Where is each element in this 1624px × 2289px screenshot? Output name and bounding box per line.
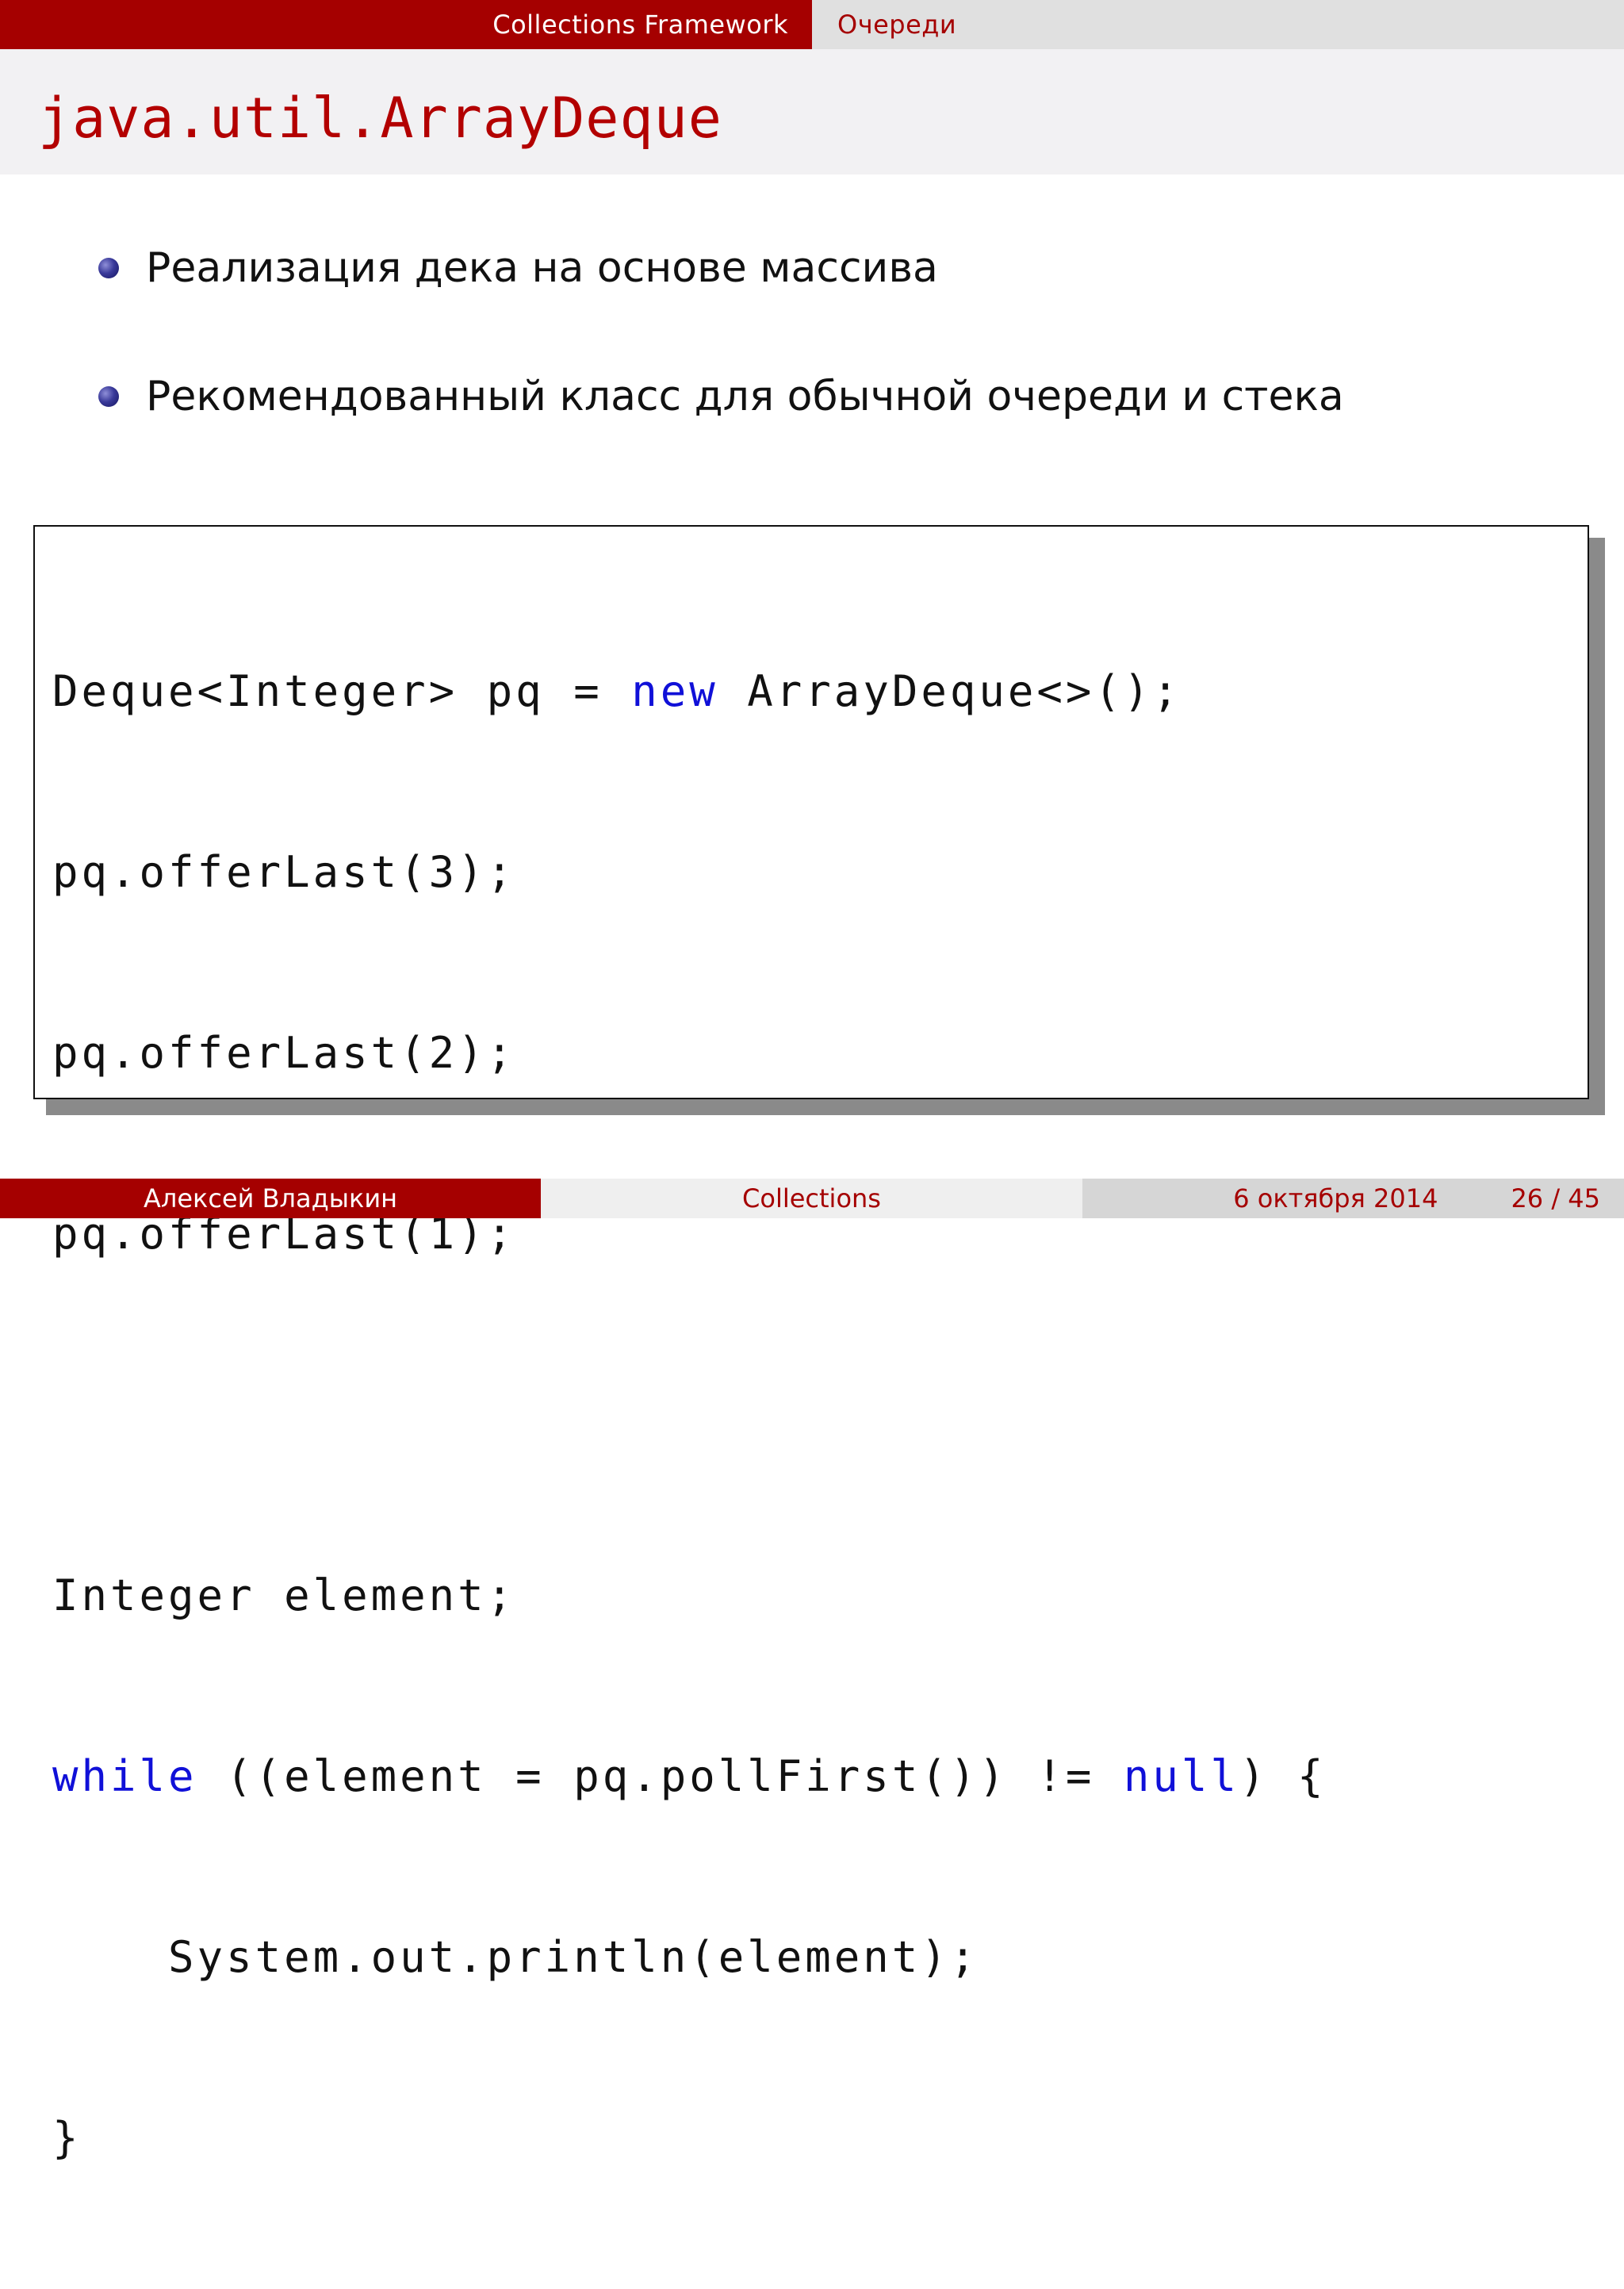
footer-topic-cell: Collections	[541, 1179, 1082, 1218]
code-keyword: null	[1123, 1751, 1239, 1801]
nav-section-current[interactable]: Collections Framework	[0, 0, 812, 49]
code-text: ((element = pq.pollFirst()) !=	[197, 1751, 1124, 1801]
bullet-text: Реализация дека на основе массива	[146, 244, 938, 292]
code-text: Integer element;	[52, 1570, 516, 1620]
code-line: Deque<Integer> pq = new ArrayDeque<>();	[52, 661, 1327, 722]
page-number: 26 / 45	[1511, 1183, 1600, 1214]
top-navigation-bar: Collections Framework Очереди	[0, 0, 1624, 49]
nav-subsection-label: Очереди	[837, 10, 957, 40]
code-text: pq.offerLast(2);	[52, 1028, 516, 1078]
code-line: while ((element = pq.pollFirst()) != nul…	[52, 1746, 1327, 1807]
bullet-icon	[98, 386, 119, 407]
footer-author: Алексей Владыкин	[143, 1183, 398, 1214]
slide-footer: Алексей Владыкин Collections 6 октября 2…	[0, 1179, 1624, 1218]
bullet-icon	[98, 258, 119, 278]
bullet-text: Рекомендованный класс для обычной очеред…	[146, 373, 1344, 420]
footer-author-cell: Алексей Владыкин	[0, 1179, 541, 1218]
slide-title-band: java.util.ArrayDeque	[0, 49, 1624, 174]
code-text: pq.offerLast(3);	[52, 847, 516, 897]
footer-date: 6 октября 2014	[1233, 1183, 1438, 1214]
slide-title: java.util.ArrayDeque	[38, 86, 722, 151]
code-text: System.out.println(element);	[52, 1932, 979, 1982]
code-line: Integer element;	[52, 1566, 1327, 1626]
footer-topic: Collections	[742, 1183, 881, 1214]
code-text: ArrayDeque<>();	[718, 666, 1182, 716]
nav-section-label: Collections Framework	[492, 10, 788, 40]
code-listing: Deque<Integer> pq = new ArrayDeque<>(); …	[52, 541, 1327, 2289]
nav-subsection[interactable]: Очереди	[812, 0, 1624, 49]
bullet-item: Рекомендованный класс для обычной очеред…	[98, 373, 1344, 420]
code-text: }	[52, 2113, 82, 2163]
code-line: pq.offerLast(3);	[52, 842, 1327, 903]
code-keyword: while	[52, 1751, 197, 1801]
code-text: Deque<Integer> pq =	[52, 666, 632, 716]
code-line: }	[52, 2108, 1327, 2168]
footer-info-cell: 6 октября 2014 26 / 45	[1082, 1179, 1624, 1218]
code-keyword: new	[631, 666, 718, 716]
code-block: Deque<Integer> pq = new ArrayDeque<>(); …	[33, 525, 1589, 2163]
bullet-item: Реализация дека на основе массива	[98, 244, 938, 292]
code-line: pq.offerLast(2);	[52, 1023, 1327, 1083]
code-line: System.out.println(element);	[52, 1927, 1327, 1988]
code-text: ) {	[1239, 1751, 1327, 1801]
